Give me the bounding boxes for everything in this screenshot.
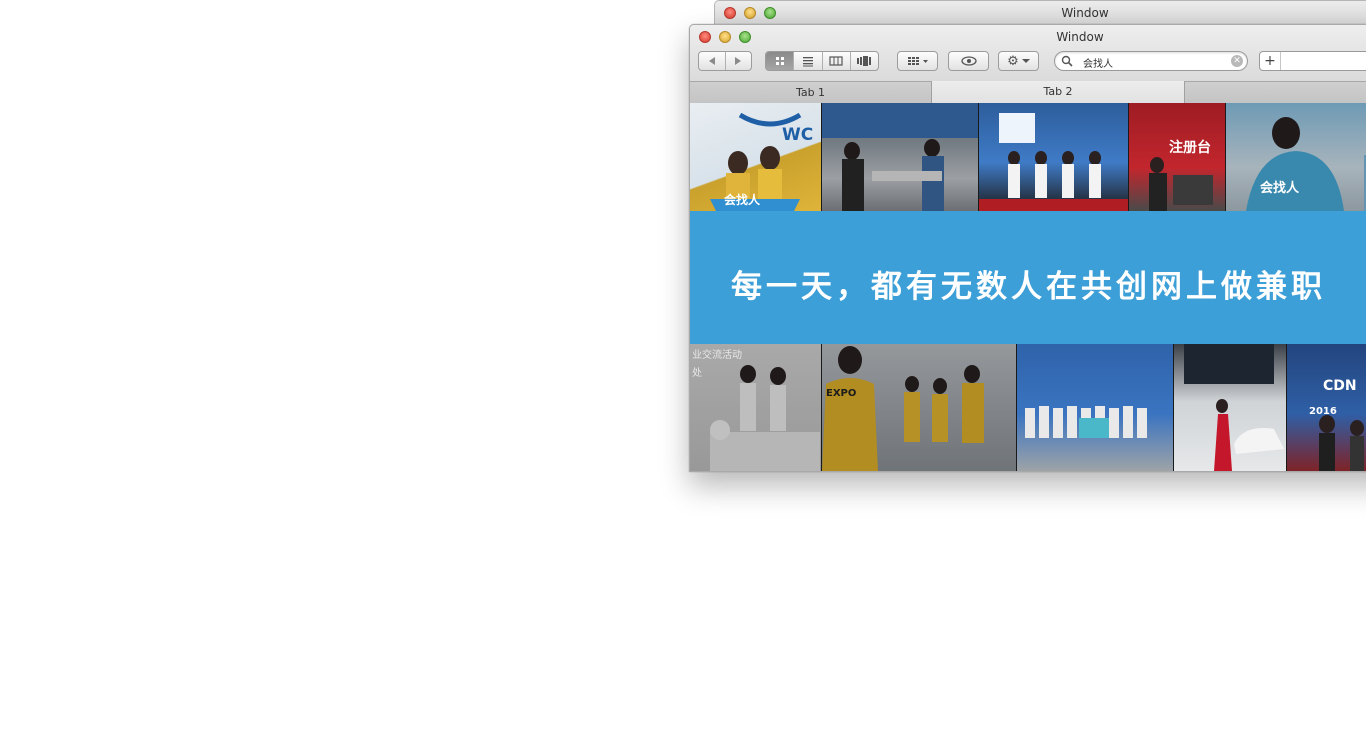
quicklook-button[interactable]: [948, 51, 989, 71]
action-button[interactable]: ⚙: [998, 51, 1039, 71]
chevron-down-icon: [1021, 59, 1030, 63]
event-photo: CDN 2016: [1287, 344, 1366, 471]
event-photo: [979, 103, 1129, 211]
add-icon[interactable]: +: [1260, 52, 1281, 70]
photo-caption-2: 处: [692, 368, 702, 379]
icon-view-icon: [775, 57, 784, 65]
photo-caption: 业交流活动: [692, 350, 742, 361]
tab-1[interactable]: Tab 1: [690, 81, 932, 103]
event-photo: 业交流活动 处: [690, 344, 822, 471]
hero-banner: 每一天，都有无数人在共创网上做兼职: [690, 211, 1366, 344]
search-input[interactable]: 会找人: [1083, 55, 1113, 70]
toolbar: ⚙ 会找人 ✕ +: [698, 51, 1366, 73]
window-title: Window: [1061, 6, 1109, 20]
titlebar: Window ⚙ 会找人 ✕ + Tab 1 Tab 2: [690, 25, 1366, 104]
arrange-button[interactable]: [897, 51, 938, 71]
coverflow-view-button[interactable]: [851, 52, 878, 70]
photo-illustration: [1184, 344, 1284, 471]
photo-strip-top: WC 会找人 注册台 会找人: [690, 103, 1366, 211]
tab-bar: Tab 1 Tab 2: [690, 81, 1366, 103]
event-photo: WC 会找人: [690, 103, 822, 211]
window-title: Window: [1056, 30, 1104, 44]
event-photo: [822, 103, 979, 211]
back-arrow-icon: [708, 57, 715, 65]
photo-caption: WC: [782, 125, 814, 145]
event-photo: 注册台: [1129, 103, 1226, 211]
nav-buttons: [698, 51, 752, 71]
finder-window: Window ⚙ 会找人 ✕ + Tab 1 Tab 2 WC 会找人 注册台 …: [689, 24, 1366, 472]
photo-strip-bottom: 业交流活动 处 EXPO CDN 2016: [690, 344, 1366, 471]
view-mode-selector: [765, 51, 879, 71]
forward-arrow-icon: [735, 57, 742, 65]
column-view-button[interactable]: [823, 52, 851, 70]
search-icon: [1061, 55, 1073, 67]
new-item-field[interactable]: +: [1259, 51, 1366, 71]
coverflow-view-icon: [857, 56, 872, 66]
eye-icon: [960, 56, 977, 66]
photo-illustration: [979, 113, 1128, 211]
forward-button[interactable]: [726, 52, 752, 70]
back-button[interactable]: [699, 52, 726, 70]
event-photo: EXPO: [822, 344, 1017, 471]
photo-caption: 会找人: [1260, 181, 1300, 196]
photo-illustration: [1149, 157, 1213, 211]
event-photo: 会找人: [1226, 103, 1366, 211]
tab-3[interactable]: [1184, 81, 1366, 103]
event-photo: [1174, 344, 1287, 471]
gear-icon: ⚙: [1007, 53, 1019, 69]
content-area: WC 会找人 注册台 会找人 每一天，都有无数人在共创网上做兼职 业交流活动 处…: [690, 103, 1366, 471]
list-view-button[interactable]: [794, 52, 823, 70]
photo-caption: 注册台: [1169, 140, 1211, 156]
photo-illustration: [1025, 406, 1147, 438]
desktop: Window Window ⚙ 会找人 ✕ + Tab 1 Tab 2 WC 会…: [0, 0, 1366, 746]
photo-caption: EXPO: [826, 388, 857, 399]
photo-caption-2: 2016: [1309, 406, 1337, 417]
clear-search-icon[interactable]: ✕: [1231, 55, 1243, 67]
photo-caption: CDN: [1323, 378, 1357, 394]
banner-slogan: 每一天，都有无数人在共创网上做兼职: [731, 269, 1326, 305]
icon-view-button[interactable]: [766, 52, 795, 70]
photo-sign: 会找人: [724, 193, 761, 207]
arrange-menu-icon: [907, 57, 928, 65]
background-window[interactable]: Window: [714, 0, 1366, 27]
list-view-icon: [802, 57, 813, 67]
tab-2[interactable]: Tab 2: [932, 81, 1184, 103]
column-view-icon: [829, 56, 843, 66]
event-photo: [1017, 344, 1174, 471]
search-field[interactable]: 会找人 ✕: [1054, 51, 1248, 71]
